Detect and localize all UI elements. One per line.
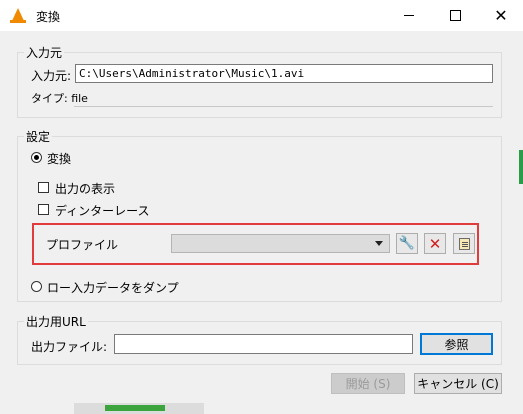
source-divider [74, 106, 493, 107]
source-input-field[interactable]: C:\Users\Administrator\Music\1.avi [75, 64, 493, 83]
deinterlace-label: ディンターレース [55, 204, 150, 218]
new-profile-icon [458, 237, 470, 250]
cancel-button[interactable]: キャンセル (C) [414, 373, 502, 394]
maximize-icon [449, 10, 461, 21]
browse-button[interactable]: 参照 [420, 333, 493, 355]
dump-raw-label: ロー入力データをダンプ [47, 281, 179, 295]
close-button[interactable]: ✕ [478, 0, 523, 31]
output-group-title: 出力用URL [26, 315, 86, 329]
output-file-label: 出力ファイル: [31, 340, 108, 354]
window-title: 変換 [36, 10, 61, 24]
delete-icon: ✕ [428, 234, 442, 253]
dump-raw-radio[interactable] [31, 281, 42, 292]
settings-group-title: 設定 [26, 130, 51, 144]
source-type-label: タイプ: file [31, 92, 88, 105]
show-output-label: 出力の表示 [55, 182, 116, 196]
convert-radio-label: 変換 [47, 152, 72, 166]
source-input-label: 入力元: [31, 69, 72, 83]
profile-dropdown[interactable] [171, 234, 390, 253]
output-file-field[interactable] [114, 334, 413, 354]
background-window-edge [519, 150, 523, 184]
vlc-cone-icon [10, 8, 26, 23]
maximize-button[interactable] [432, 0, 478, 31]
delete-profile-button[interactable]: ✕ [424, 233, 446, 254]
convert-dialog: 変換 ✕ 入力元 入力元: C:\Users\Administrator\Mus… [0, 0, 523, 414]
minimize-icon [404, 15, 414, 16]
chevron-down-icon [375, 241, 383, 246]
convert-radio[interactable] [31, 152, 42, 163]
edit-profile-button[interactable]: 🔧 [396, 233, 418, 254]
source-group-title: 入力元 [26, 46, 63, 60]
deinterlace-checkbox[interactable] [38, 204, 49, 215]
title-bar: 変換 ✕ [0, 0, 523, 31]
background-green-bar [105, 405, 165, 411]
minimize-button[interactable] [386, 0, 432, 31]
show-output-checkbox[interactable] [38, 182, 49, 193]
close-icon: ✕ [494, 5, 508, 25]
start-button[interactable]: 開始 (S) [331, 373, 405, 394]
wrench-icon: 🔧 [398, 236, 416, 251]
new-profile-button[interactable] [453, 233, 475, 254]
profile-label: プロファイル [46, 238, 119, 252]
